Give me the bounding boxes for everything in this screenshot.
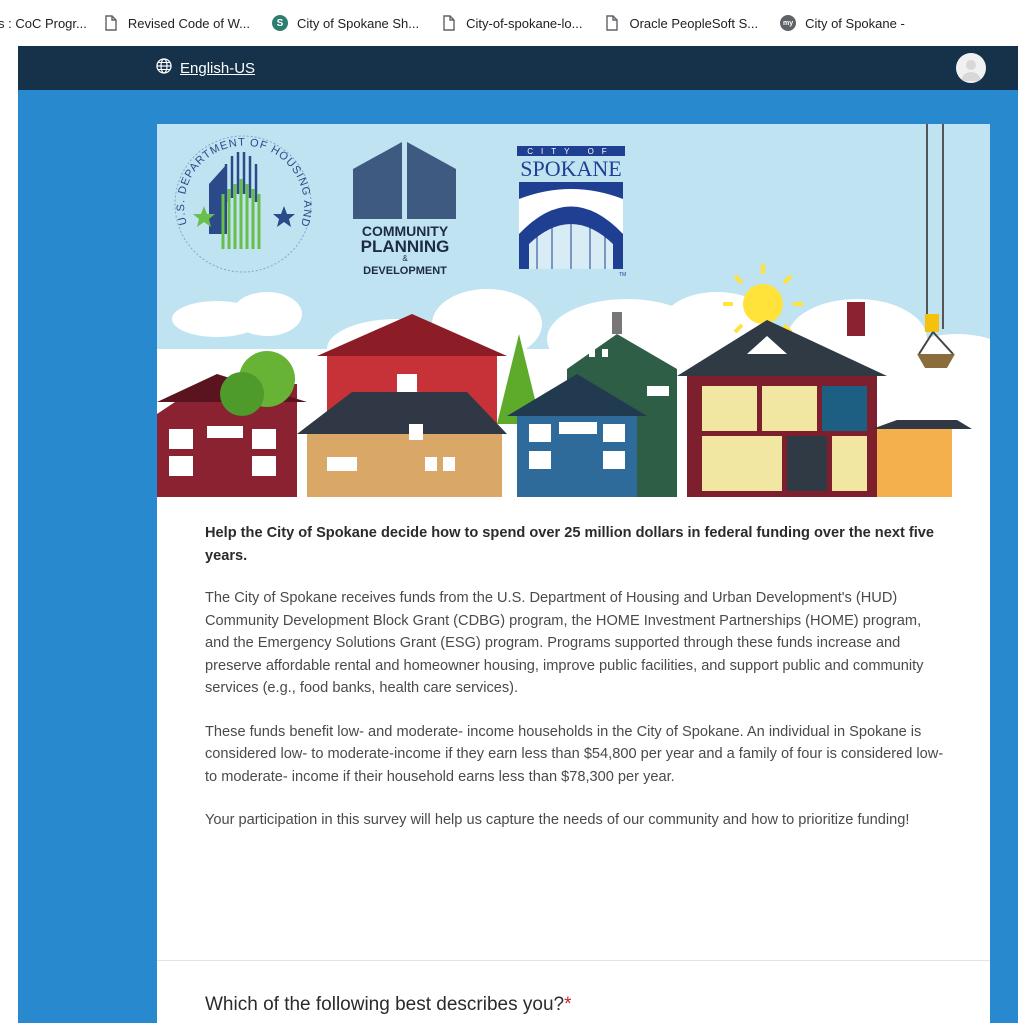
svg-text:TM: TM [619, 272, 626, 278]
bookmark-revised-code[interactable]: Revised Code of W... [103, 15, 250, 31]
bookmark-label: City-of-spokane-lo... [466, 15, 583, 31]
survey-page: English-US U.S. DEPARTMENT OF HOUSING AN… [18, 46, 1018, 1023]
globe-icon [156, 58, 172, 78]
intro-paragraph-1: The City of Spokane receives funds from … [205, 590, 924, 696]
intro-text: Help the City of Spokane decide how to s… [205, 522, 945, 853]
left-edge [0, 46, 18, 1023]
svg-text:&: & [402, 254, 408, 263]
language-selector[interactable]: English-US [156, 58, 255, 78]
myapps-icon: my [780, 15, 797, 31]
bookmark-label: City of Spokane - [805, 15, 905, 31]
svg-text:CITY OF: CITY OF [527, 147, 614, 156]
document-icon [103, 15, 119, 31]
sharepoint-icon: S [272, 15, 288, 31]
spokane-logo: CITY OF SPOKANE TM [517, 146, 626, 278]
required-marker: * [564, 994, 572, 1015]
bookmark-peoplesoft[interactable]: Oracle PeopleSoft S... [604, 15, 758, 31]
survey-card: U.S. DEPARTMENT OF HOUSING AND URBAN DEV… [157, 124, 990, 1023]
bookmark-city-of-spokane[interactable]: my City of Spokane - [780, 15, 905, 31]
document-icon [441, 15, 457, 31]
question-title: Which of the following best describes yo… [205, 994, 572, 1016]
bookmark-coc[interactable]: s : CoC Progr... [0, 16, 87, 31]
bookmark-spokane-lo[interactable]: City-of-spokane-lo... [441, 15, 582, 31]
survey-header: English-US [18, 46, 1018, 90]
bookmark-label: Revised Code of W... [127, 15, 250, 31]
bookmark-label: Oracle PeopleSoft S... [629, 15, 759, 31]
svg-text:DEVELOPMENT: DEVELOPMENT [363, 265, 447, 277]
intro-paragraph-3: Your participation in this survey will h… [205, 812, 910, 828]
bookmark-spokane-sharepoint[interactable]: S City of Spokane Sh... [272, 15, 419, 31]
svg-text:SPOKANE: SPOKANE [520, 156, 621, 181]
bookmarks-bar: s : CoC Progr... Revised Code of W... S … [0, 0, 1018, 46]
section-divider [157, 960, 990, 961]
banner-image: U.S. DEPARTMENT OF HOUSING AND URBAN DEV… [157, 124, 990, 497]
language-link[interactable]: English-US [180, 60, 255, 77]
bookmark-label: s : CoC Progr... [0, 15, 87, 31]
document-icon [604, 15, 620, 31]
intro-paragraph-2: These funds benefit low- and moderate- i… [205, 723, 944, 785]
avatar[interactable] [956, 53, 986, 83]
question-text: Which of the following best describes yo… [205, 994, 565, 1015]
intro-lead: Help the City of Spokane decide how to s… [205, 525, 935, 564]
bookmark-label: City of Spokane Sh... [297, 15, 420, 31]
